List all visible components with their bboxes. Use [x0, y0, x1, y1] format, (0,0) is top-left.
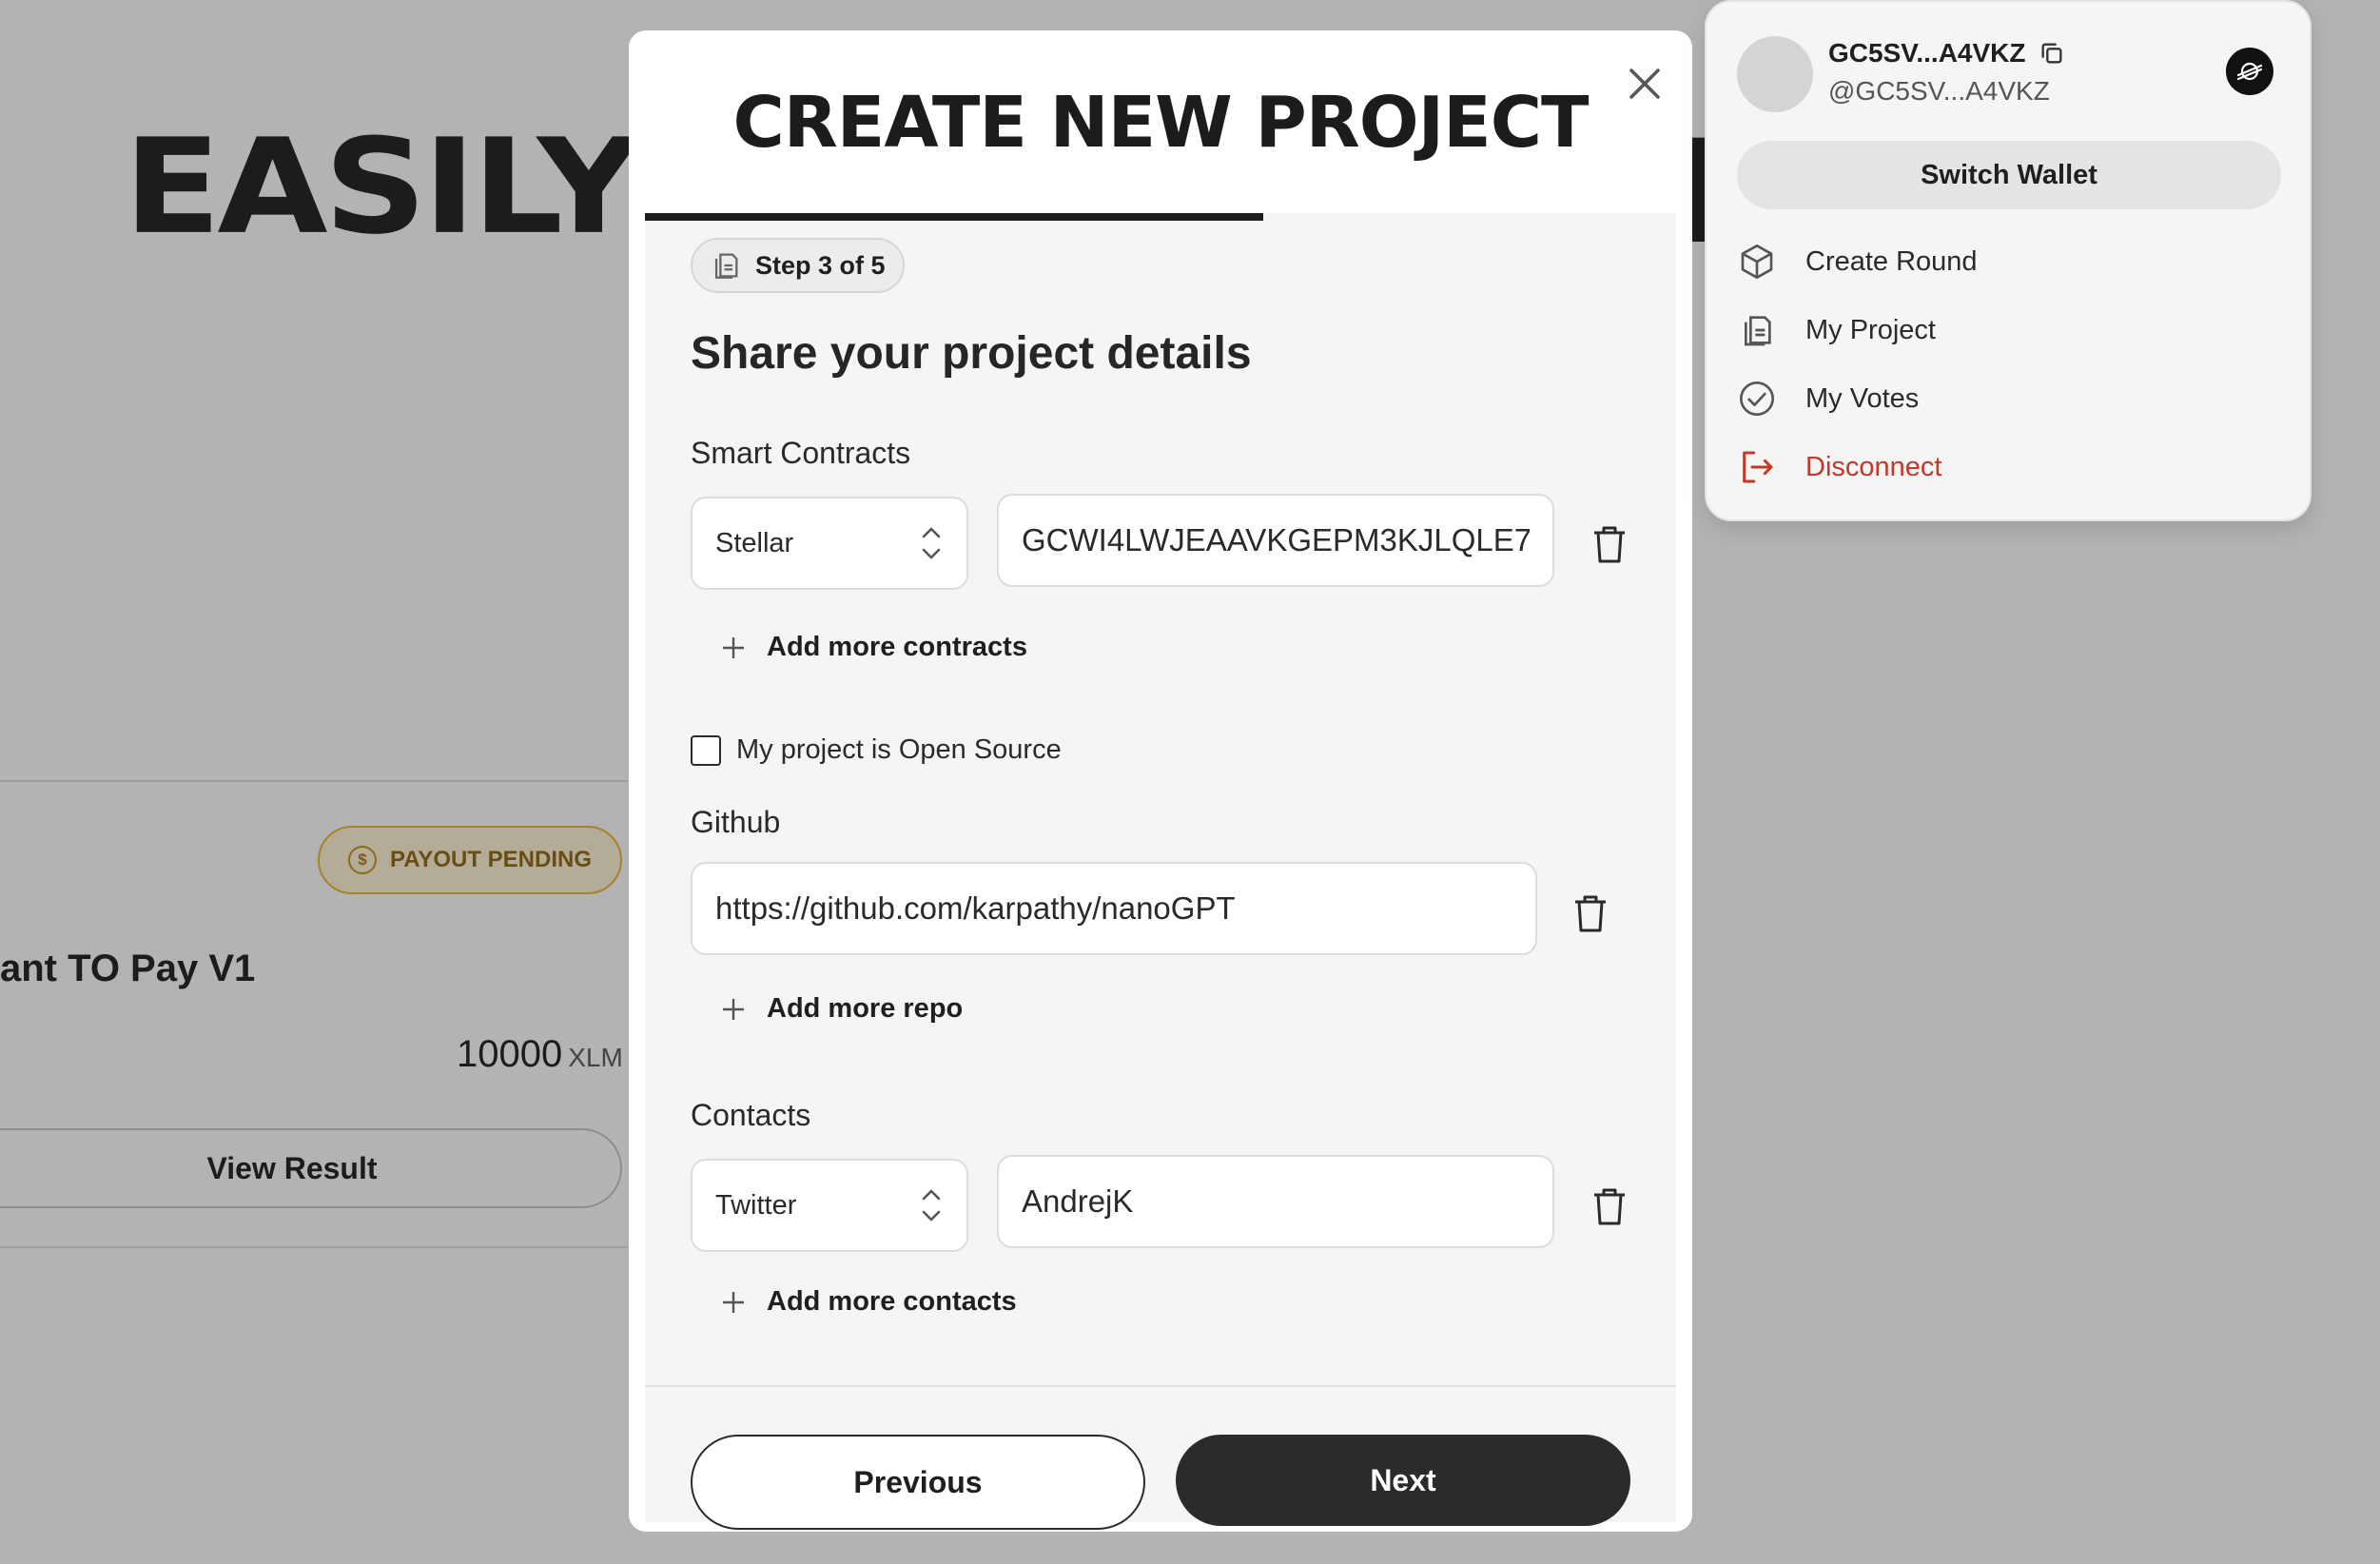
- create-project-modal: CREATE NEW PROJECT Step 3 of 5 Share you…: [629, 30, 1692, 1532]
- select-value: Twitter: [715, 1189, 797, 1221]
- section-heading: Share your project details: [691, 328, 1252, 379]
- modal-body: Step 3 of 5 Share your project details S…: [645, 221, 1676, 1530]
- modal-title: CREATE NEW PROJECT: [732, 82, 1589, 164]
- delete-repo-button[interactable]: [1568, 890, 1613, 936]
- menu-item-label: My Votes: [1805, 382, 1920, 414]
- payout-pending-badge: $ PAYOUT PENDING: [318, 826, 622, 894]
- menu-item-create-round[interactable]: Create Round: [1737, 242, 1978, 282]
- contact-platform-select[interactable]: Twitter: [691, 1159, 968, 1252]
- view-result-button[interactable]: View Result: [0, 1128, 622, 1208]
- add-repo-label: Add more repo: [767, 993, 964, 1024]
- plus-icon: [723, 1291, 744, 1313]
- round-amount: 10000 XLM: [457, 1033, 623, 1076]
- trash-icon: [1575, 895, 1606, 932]
- menu-item-disconnect[interactable]: Disconnect: [1737, 447, 1941, 487]
- cube-icon: [1737, 242, 1777, 282]
- footer-divider: [645, 1385, 1676, 1387]
- open-source-row: My project is Open Source: [691, 734, 1062, 766]
- select-value: Stellar: [715, 527, 794, 558]
- amount-unit: XLM: [568, 1043, 623, 1072]
- trash-icon: [1594, 526, 1625, 563]
- wallet-dropdown: GC5SV...A4VKZ @GC5SV...A4VKZ Switch Wall…: [1705, 0, 2312, 521]
- menu-item-label: My Project: [1805, 314, 1936, 345]
- smart-contracts-label: Smart Contracts: [691, 436, 911, 470]
- github-url-input[interactable]: [691, 862, 1537, 955]
- menu-item-label: Create Round: [1805, 245, 1978, 277]
- step-indicator: Step 3 of 5: [691, 238, 905, 293]
- open-source-label: My project is Open Source: [736, 734, 1062, 765]
- add-more-repo-button[interactable]: Add more repo: [721, 993, 963, 1025]
- progress-bar: [645, 213, 1676, 221]
- round-title: ant TO Pay V1: [0, 948, 256, 989]
- check-circle-icon: [1737, 379, 1777, 419]
- add-more-contacts-button[interactable]: Add more contacts: [721, 1286, 1017, 1318]
- contract-address-input[interactable]: [997, 494, 1554, 587]
- add-contacts-label: Add more contacts: [767, 1286, 1017, 1317]
- menu-item-my-votes[interactable]: My Votes: [1737, 379, 1919, 419]
- stellar-icon: [2236, 62, 2263, 81]
- documents-icon: [1737, 310, 1777, 350]
- contacts-label: Contacts: [691, 1098, 811, 1132]
- divider: [0, 780, 628, 782]
- next-button[interactable]: Next: [1176, 1435, 1630, 1526]
- github-label: Github: [691, 805, 781, 839]
- logout-icon: [1737, 447, 1777, 487]
- plus-icon: [723, 998, 744, 1020]
- delete-contact-button[interactable]: [1587, 1183, 1632, 1229]
- chevron-updown-icon: [922, 527, 941, 559]
- wallet-handle: @GC5SV...A4VKZ: [1828, 76, 2050, 106]
- wallet-address-text: GC5SV...A4VKZ: [1828, 38, 2026, 68]
- menu-item-label: Disconnect: [1805, 451, 1942, 482]
- avatar: [1737, 36, 1813, 112]
- menu-item-my-project[interactable]: My Project: [1737, 310, 1936, 350]
- open-source-checkbox[interactable]: [691, 734, 721, 766]
- switch-wallet-button[interactable]: Switch Wallet: [1737, 141, 2281, 209]
- badge-label: PAYOUT PENDING: [389, 847, 593, 872]
- wallet-address: GC5SV...A4VKZ: [1828, 38, 2065, 68]
- add-more-contracts-button[interactable]: Add more contracts: [721, 632, 1027, 663]
- previous-button[interactable]: Previous: [691, 1435, 1145, 1530]
- chevron-updown-icon: [922, 1189, 941, 1222]
- contract-network-select[interactable]: Stellar: [691, 497, 968, 590]
- delete-contract-button[interactable]: [1587, 521, 1632, 567]
- amount-value: 10000: [457, 1033, 563, 1075]
- stellar-network-icon: [2226, 48, 2273, 95]
- copy-icon[interactable]: [2039, 40, 2065, 67]
- progress-fill: [645, 213, 1264, 221]
- dollar-coin-icon: $: [347, 846, 377, 874]
- contact-handle-input[interactable]: [997, 1155, 1554, 1248]
- divider: [0, 1246, 628, 1248]
- step-label: Step 3 of 5: [755, 250, 886, 280]
- documents-icon: [714, 253, 738, 279]
- plus-icon: [723, 636, 744, 658]
- add-contracts-label: Add more contracts: [767, 632, 1027, 662]
- trash-icon: [1594, 1188, 1625, 1225]
